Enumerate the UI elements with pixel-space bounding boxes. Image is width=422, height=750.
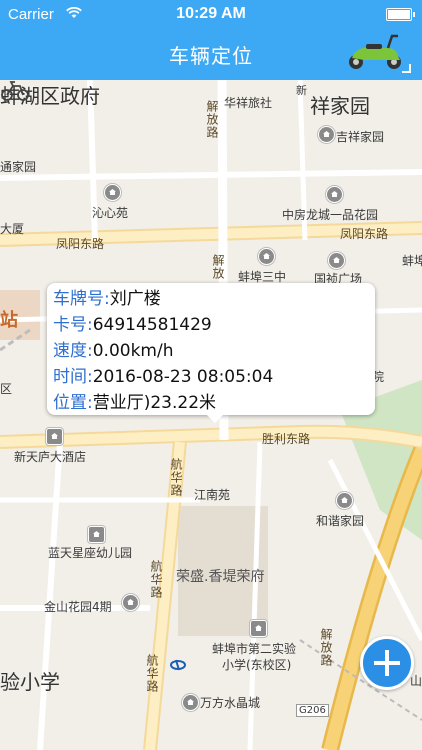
map-label-shiyan: 蚌埠市第二实验 — [212, 642, 297, 656]
plate-label: 车牌号: — [53, 289, 110, 309]
vehicle-marker-icon[interactable] — [0, 80, 30, 102]
battery-icon — [386, 8, 415, 21]
clock: 10:29 AM — [176, 5, 246, 22]
map-label-shengli: 胜利东路 — [262, 432, 311, 446]
map-label-jinshan: 金山花园4期 — [44, 600, 112, 614]
poi-icon — [258, 248, 275, 265]
vehicle-info-callout: 车牌号:刘广楼 卡号:64914581429 速度:0.00km/h 时间:20… — [47, 283, 375, 423]
speed-label: 速度: — [53, 341, 93, 361]
school-icon — [88, 526, 105, 543]
map-label-hanghua3: 航华路 — [145, 654, 159, 693]
map-label-jiangnan: 江南苑 — [194, 488, 231, 502]
map-label-jiefang3: 解放路 — [319, 628, 333, 667]
map-label-jiayuan: 祥家园 — [310, 94, 370, 118]
card-value: 64914581429 — [92, 315, 212, 335]
poi-icon — [182, 694, 199, 711]
poi-icon — [104, 184, 121, 201]
poi-icon — [122, 594, 139, 611]
scooter-icon[interactable] — [344, 30, 414, 78]
poi-icon — [328, 252, 345, 269]
map-label-huaxiang: 华祥旅社 — [224, 96, 273, 110]
map-label-xiaoxue: 验小学 — [0, 670, 60, 694]
poi-icon — [336, 492, 353, 509]
map-label-hanghua2: 航华路 — [149, 560, 163, 599]
map-label-dasha: 大厦 — [0, 222, 25, 236]
map-label-lantian: 蓝天星座幼儿园 — [48, 546, 133, 560]
map-label-fengyang2: 凤阳东路 — [340, 227, 389, 241]
map-label-g206: G206 — [296, 704, 329, 717]
poi-icon — [318, 126, 335, 143]
map-label-xin: 新 — [296, 84, 307, 97]
map-label-wanfang: 万方水晶城 — [200, 696, 261, 710]
map-label-zhongfang: 中房龙城一品花园 — [282, 208, 379, 222]
map-label-jixiang: 吉祥家园 — [336, 130, 385, 144]
map-label-bengbu-right: 蚌埠 — [402, 254, 422, 268]
map-label-qinshuiyuan: 沁心苑 — [92, 206, 129, 220]
add-button[interactable] — [360, 636, 414, 690]
speed-value: 0.00km/h — [92, 341, 174, 361]
map-label-jiefang2: 解放 — [211, 254, 225, 280]
position-label: 位置: — [53, 393, 93, 413]
callout-pointer — [205, 413, 225, 423]
card-label: 卡号: — [53, 315, 93, 335]
position-value: 营业厅)23.22米 — [92, 393, 217, 413]
map-label-district2: 区 — [0, 382, 13, 396]
telecom-icon — [170, 659, 186, 671]
nav-bar: 车辆定位 — [0, 28, 422, 80]
time-label: 时间: — [53, 367, 93, 387]
time-value: 2016-08-23 08:05:04 — [92, 367, 274, 387]
plate-value: 刘广楼 — [109, 289, 161, 309]
map-label-fengyang1: 凤阳东路 — [56, 237, 105, 251]
map-label-hexie: 和谐家园 — [316, 514, 365, 528]
map-label-shiyan2: 小学(东校区) — [222, 658, 292, 672]
status-bar: Carrier 10:29 AM — [0, 0, 422, 28]
map-label-hanghua1: 航华路 — [169, 458, 183, 497]
map-label-tongjiayuan: 通家园 — [0, 160, 37, 174]
map-label-station: 站 — [0, 310, 18, 331]
poi-icon — [326, 186, 343, 203]
map-label-rongsheng: 荣盛.香堤荣府 — [176, 569, 265, 585]
map-label-xintianhu: 新天庐大酒店 — [14, 450, 87, 464]
school-icon — [250, 620, 267, 637]
map-label-shan: 山 — [410, 674, 422, 688]
map-label-jiefang1: 解放路 — [205, 100, 219, 139]
hotel-icon — [46, 428, 63, 445]
